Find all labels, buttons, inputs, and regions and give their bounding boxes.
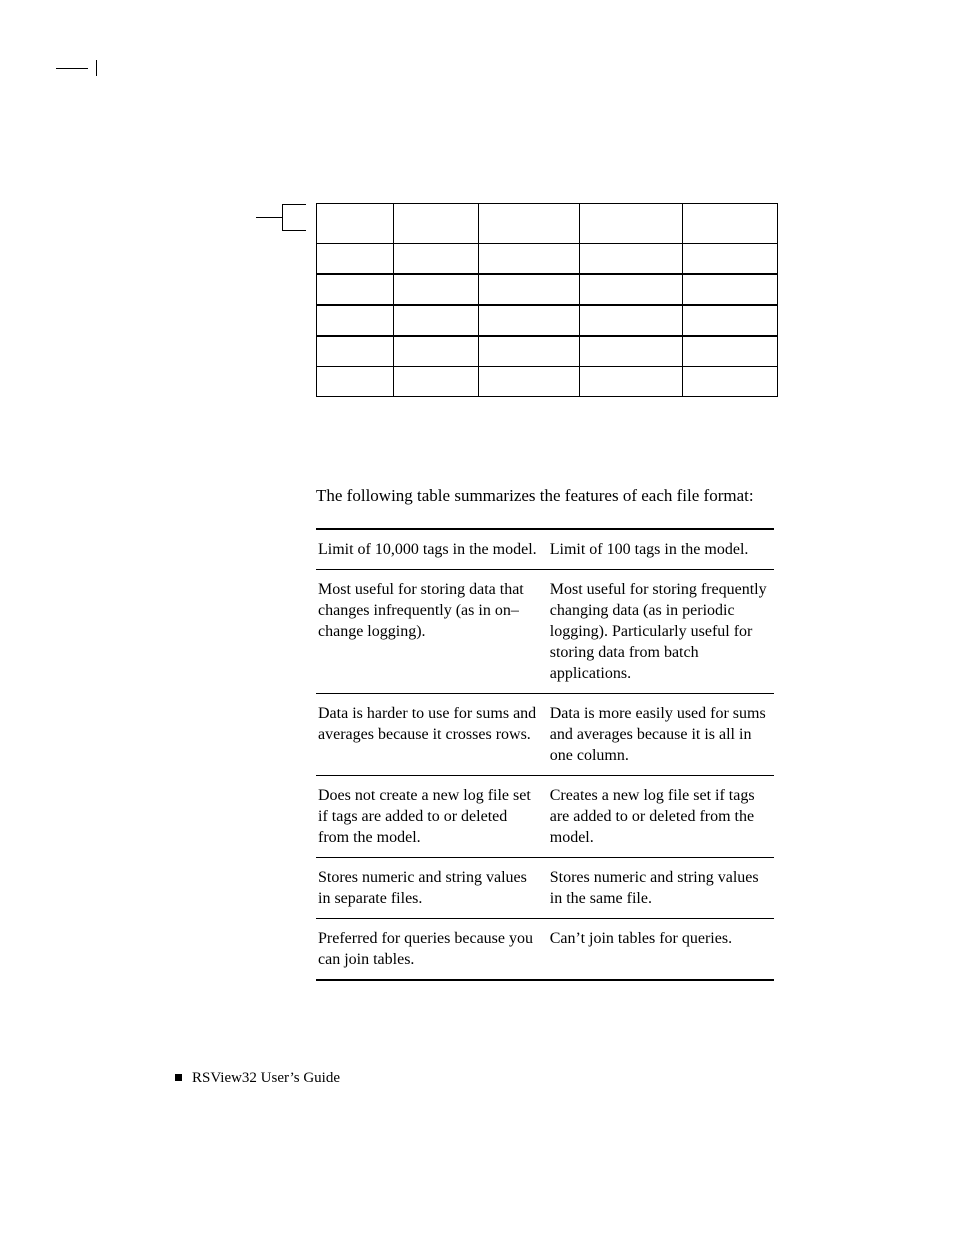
bullet-icon — [175, 1074, 182, 1081]
table-row: Most useful for storing data that change… — [316, 570, 774, 694]
comparison-table: Limit of 10,000 tags in the model.Limit … — [316, 528, 774, 981]
table-row: Limit of 10,000 tags in the model.Limit … — [316, 529, 774, 570]
table-row: Does not create a new log file set if ta… — [316, 776, 774, 858]
callout-line — [256, 217, 282, 219]
table-row: Data is harder to use for sums and avera… — [316, 694, 774, 776]
callout-bracket — [282, 204, 306, 232]
table-row: Stores numeric and string values in sepa… — [316, 858, 774, 919]
page-footer: RSView32 User’s Guide — [175, 1070, 340, 1087]
example-grid — [316, 203, 778, 397]
summary-paragraph: The following table summarizes the featu… — [316, 485, 776, 507]
table-row: Preferred for queries because you can jo… — [316, 919, 774, 981]
footer-text: RSView32 User’s Guide — [192, 1070, 340, 1086]
page: { "para": "The following table summarize… — [0, 0, 954, 1235]
